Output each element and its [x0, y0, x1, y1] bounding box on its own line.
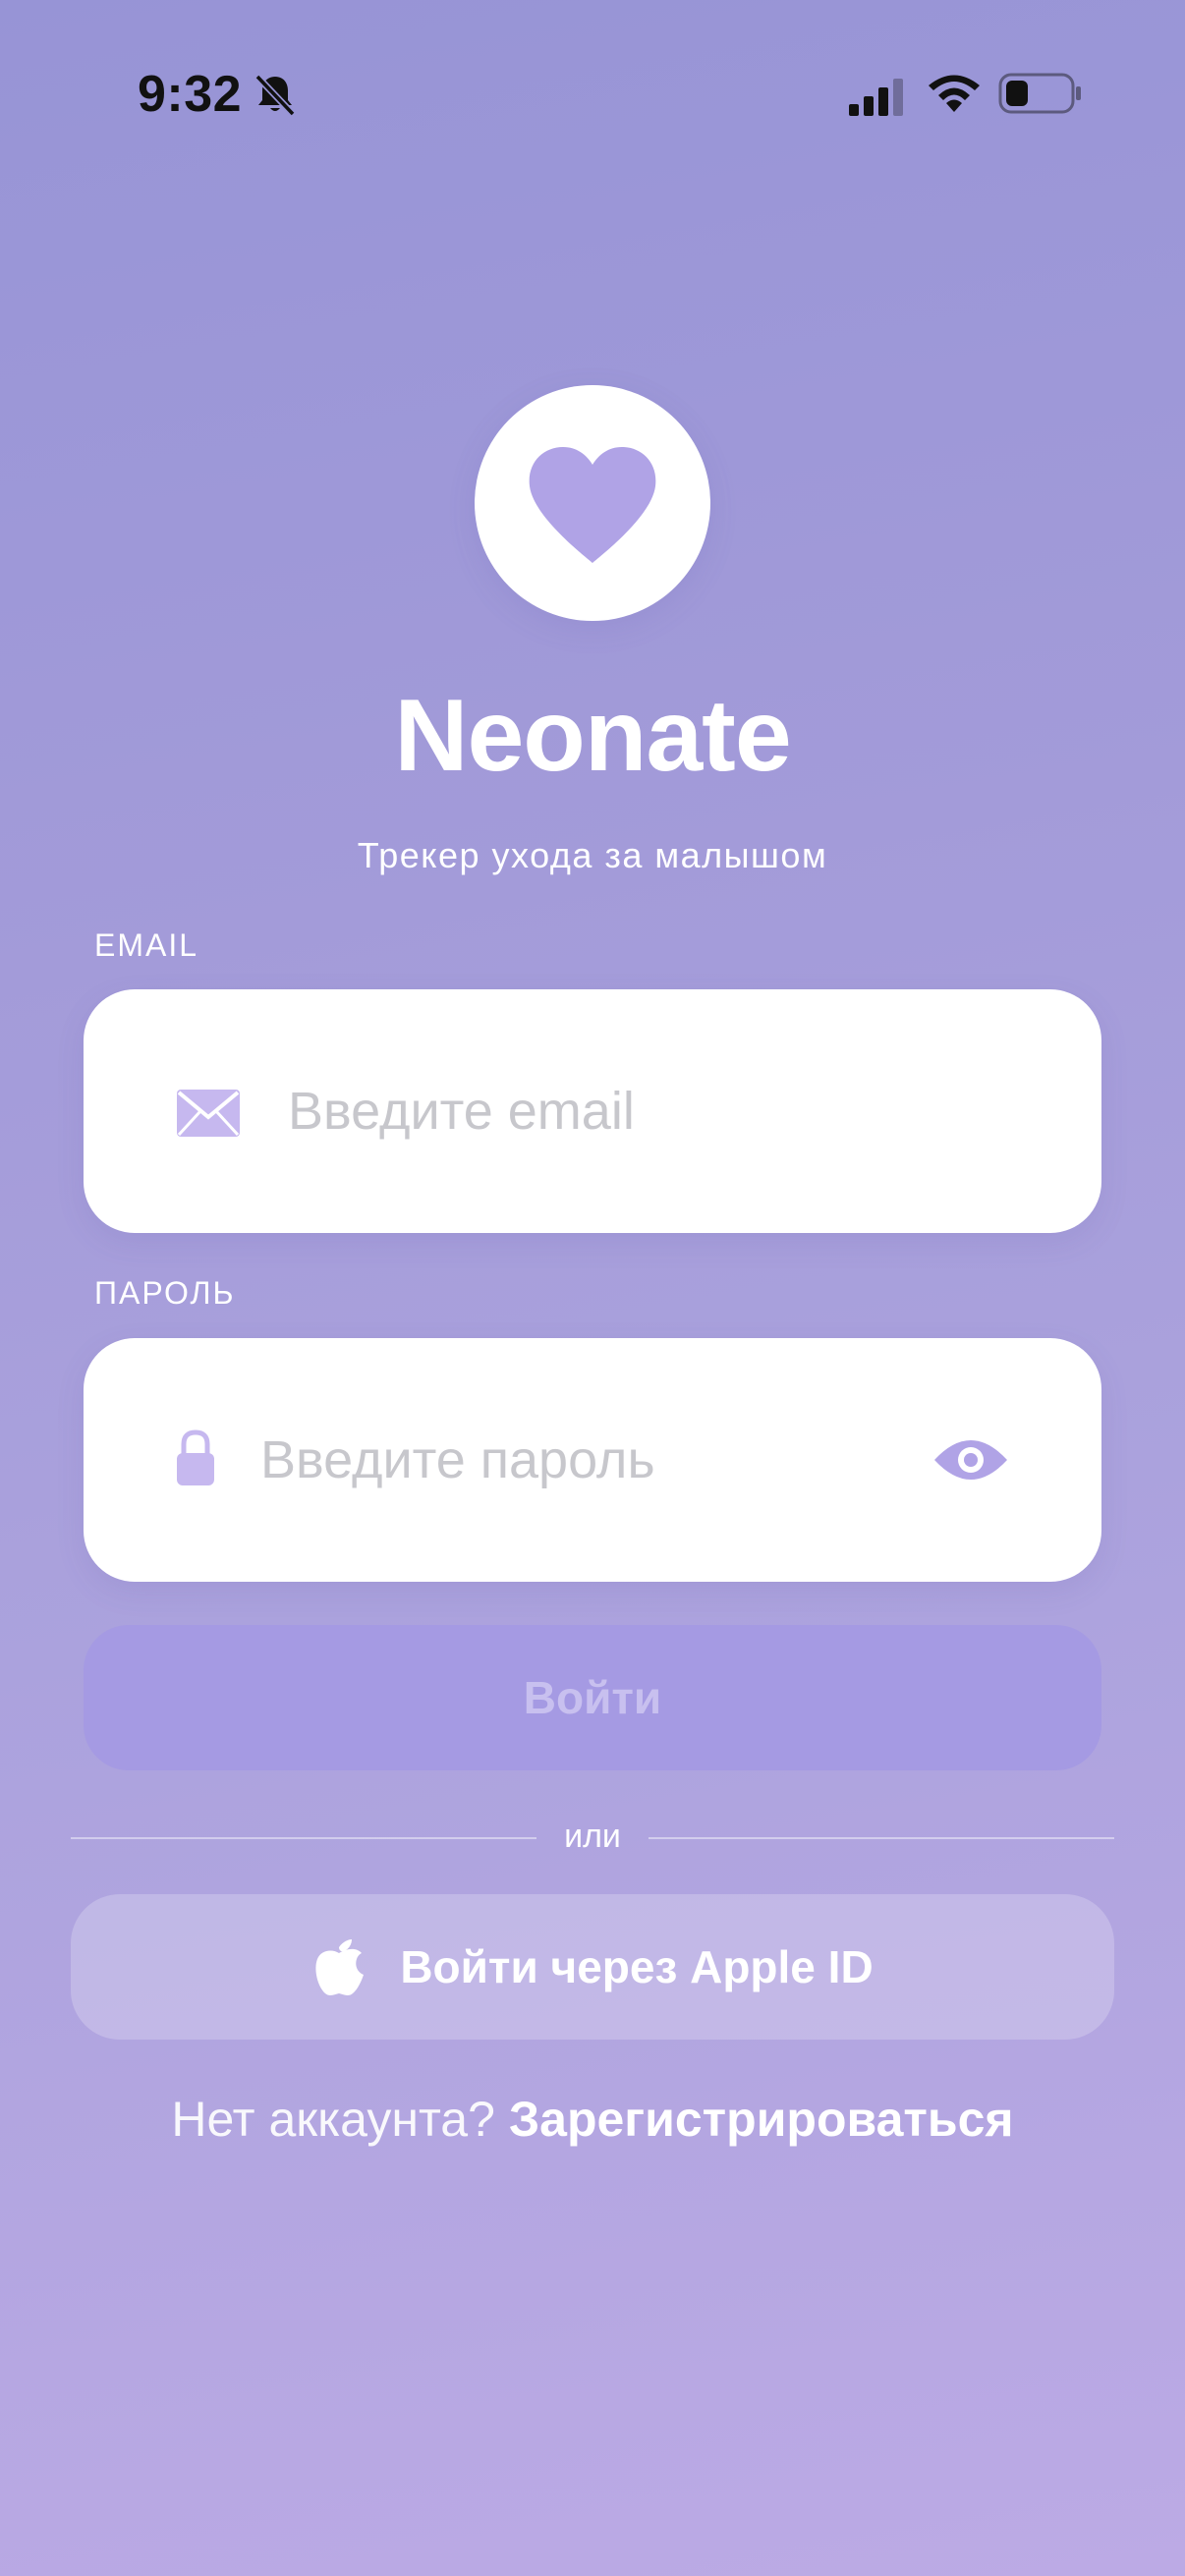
- divider-text: или: [564, 1818, 621, 1855]
- cellular-signal-icon: [849, 79, 903, 116]
- heart-icon: [529, 447, 656, 563]
- register-link[interactable]: Зарегистрироваться: [509, 2092, 1014, 2147]
- mail-icon: [177, 1090, 240, 1137]
- password-field-card[interactable]: [84, 1338, 1101, 1582]
- apple-signin-button[interactable]: Войти через Apple ID: [71, 1894, 1114, 2040]
- app-logo: [475, 385, 710, 621]
- lock-icon: [177, 1429, 214, 1485]
- apple-icon: [315, 1939, 365, 1996]
- email-label: EMAIL: [94, 927, 199, 963]
- login-button[interactable]: Войти: [84, 1625, 1101, 1770]
- divider-left: [71, 1837, 536, 1839]
- apple-signin-label: Войти через Apple ID: [400, 1941, 874, 1992]
- password-input[interactable]: [260, 1421, 889, 1499]
- email-input[interactable]: [288, 1072, 1035, 1150]
- register-prompt: Нет аккаунта?: [171, 2092, 509, 2147]
- app-subtitle: Трекер ухода за малышом: [357, 835, 828, 875]
- divider-right: [649, 1837, 1114, 1839]
- battery-icon: [998, 73, 1081, 114]
- bell-slash-icon: [254, 74, 296, 117]
- status-time: 9:32: [138, 66, 243, 123]
- status-bar: 9:32: [0, 0, 1185, 196]
- password-label: ПАРОЛЬ: [94, 1275, 236, 1311]
- eye-icon[interactable]: [932, 1434, 1009, 1485]
- app-title: Neonate: [394, 679, 791, 793]
- email-field-card[interactable]: [84, 989, 1101, 1233]
- register-row: Нет аккаунта? Зарегистрироваться: [0, 2091, 1185, 2148]
- wifi-icon: [929, 75, 980, 112]
